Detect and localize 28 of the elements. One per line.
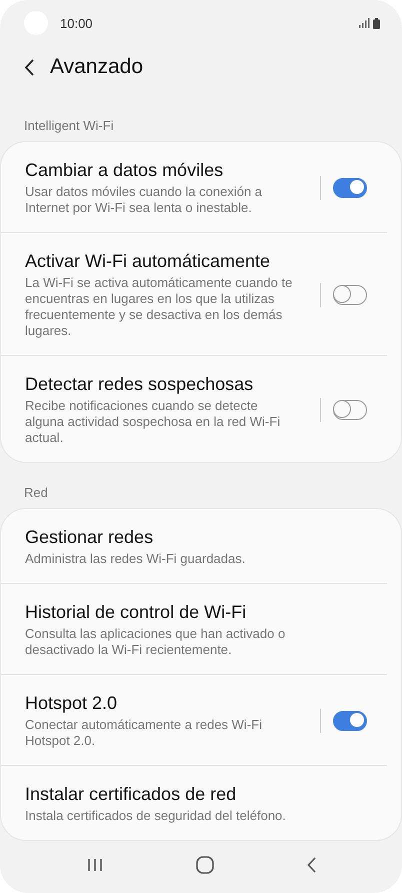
battery-icon xyxy=(373,18,380,28)
toggle-switch[interactable] xyxy=(333,178,367,198)
setting-description: Administra las redes Wi-Fi guardadas. xyxy=(25,551,246,567)
back-icon[interactable] xyxy=(24,58,34,76)
setting-description: Instala certificados de seguridad del teléfono. xyxy=(25,808,287,824)
toggle-switch[interactable] xyxy=(333,400,367,420)
setting-title: Gestionar redes xyxy=(25,526,154,549)
setting-title: Instalar certificados de red xyxy=(25,783,238,806)
signal-icon xyxy=(359,18,370,28)
setting-description: Usar datos móviles cuando la conexión a Internet por Wi-Fi sea lenta o inestable. xyxy=(25,184,264,216)
setting-description: Recibe notificaciones cuando se detecte alguna actividad sospechosa en la red Wi-Fi actual. xyxy=(25,398,282,446)
toggle-switch[interactable] xyxy=(333,710,367,730)
setting-description: La Wi-Fi se activa automáticamente cuando te encuentras en lugares en los que la utilizas frecuentemente y se desactiva en los demás lugares. xyxy=(25,275,294,339)
setting-description: Consulta las aplicaciones que han activado o desactivado la Wi-Fi recientemente. xyxy=(25,626,286,658)
setting-title: Cambiar a datos móviles xyxy=(25,159,224,182)
toggle-switch[interactable] xyxy=(333,284,367,304)
status-time: 10:00 xyxy=(60,16,94,30)
section-header: Red xyxy=(23,485,49,500)
setting-title: Activar Wi-Fi automáticamente xyxy=(25,250,272,273)
setting-description: Conectar automáticamente a redes Wi-Fi Hotspot 2.0. xyxy=(25,717,263,749)
recent-apps-icon[interactable] xyxy=(86,858,102,872)
setting-title: Detectar redes sospechosas xyxy=(25,373,254,396)
section-header: Intelligent Wi-Fi xyxy=(23,118,115,133)
home-icon[interactable] xyxy=(196,856,214,874)
back-icon[interactable] xyxy=(306,857,316,873)
page-title: Avanzado xyxy=(50,55,144,79)
setting-title: Hotspot 2.0 xyxy=(25,692,118,715)
setting-title: Historial de control de Wi-Fi xyxy=(25,601,248,624)
